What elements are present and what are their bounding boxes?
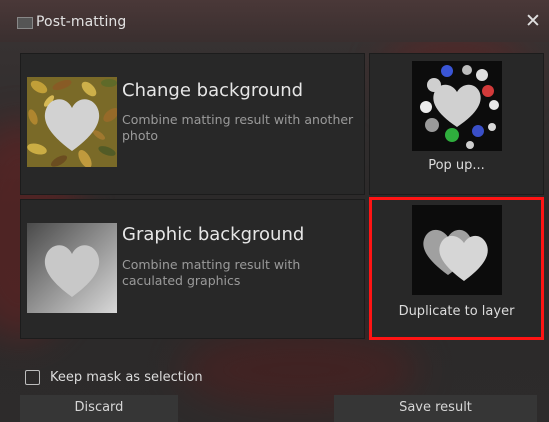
save-result-button[interactable]: Save result: [334, 395, 537, 422]
title-bar: Post-matting ✕: [0, 0, 549, 42]
duplicate-to-layer-label: Duplicate to layer: [398, 304, 515, 319]
graphic-background-description: Combine matting result with caculated gr…: [122, 257, 301, 288]
change-background-description: Combine matting result with another phot…: [122, 112, 354, 143]
discard-button[interactable]: Discard: [20, 395, 178, 422]
window-icon: [17, 17, 33, 29]
change-background-option[interactable]: Change background Combine matting result…: [20, 53, 365, 195]
pop-up-option[interactable]: Pop up...: [369, 53, 544, 195]
window-title: Post-matting: [36, 14, 127, 30]
keep-mask-checkbox[interactable]: [25, 370, 40, 385]
change-background-title: Change background: [122, 80, 304, 101]
graphic-background-title: Graphic background: [122, 224, 305, 245]
double-heart-thumbnail: [412, 205, 502, 295]
pop-up-label: Pop up...: [428, 158, 485, 173]
leaves-heart-thumbnail: [27, 77, 117, 167]
gradient-heart-thumbnail: [27, 223, 117, 313]
duplicate-to-layer-option[interactable]: Duplicate to layer: [369, 199, 544, 339]
keep-mask-label: Keep mask as selection: [50, 370, 203, 385]
post-matting-dialog: Post-matting ✕ Change background Combine…: [0, 0, 549, 422]
graphic-background-option[interactable]: Graphic background Combine matting resul…: [20, 199, 365, 339]
bubbles-heart-thumbnail: [412, 61, 502, 151]
close-button[interactable]: ✕: [523, 11, 543, 31]
